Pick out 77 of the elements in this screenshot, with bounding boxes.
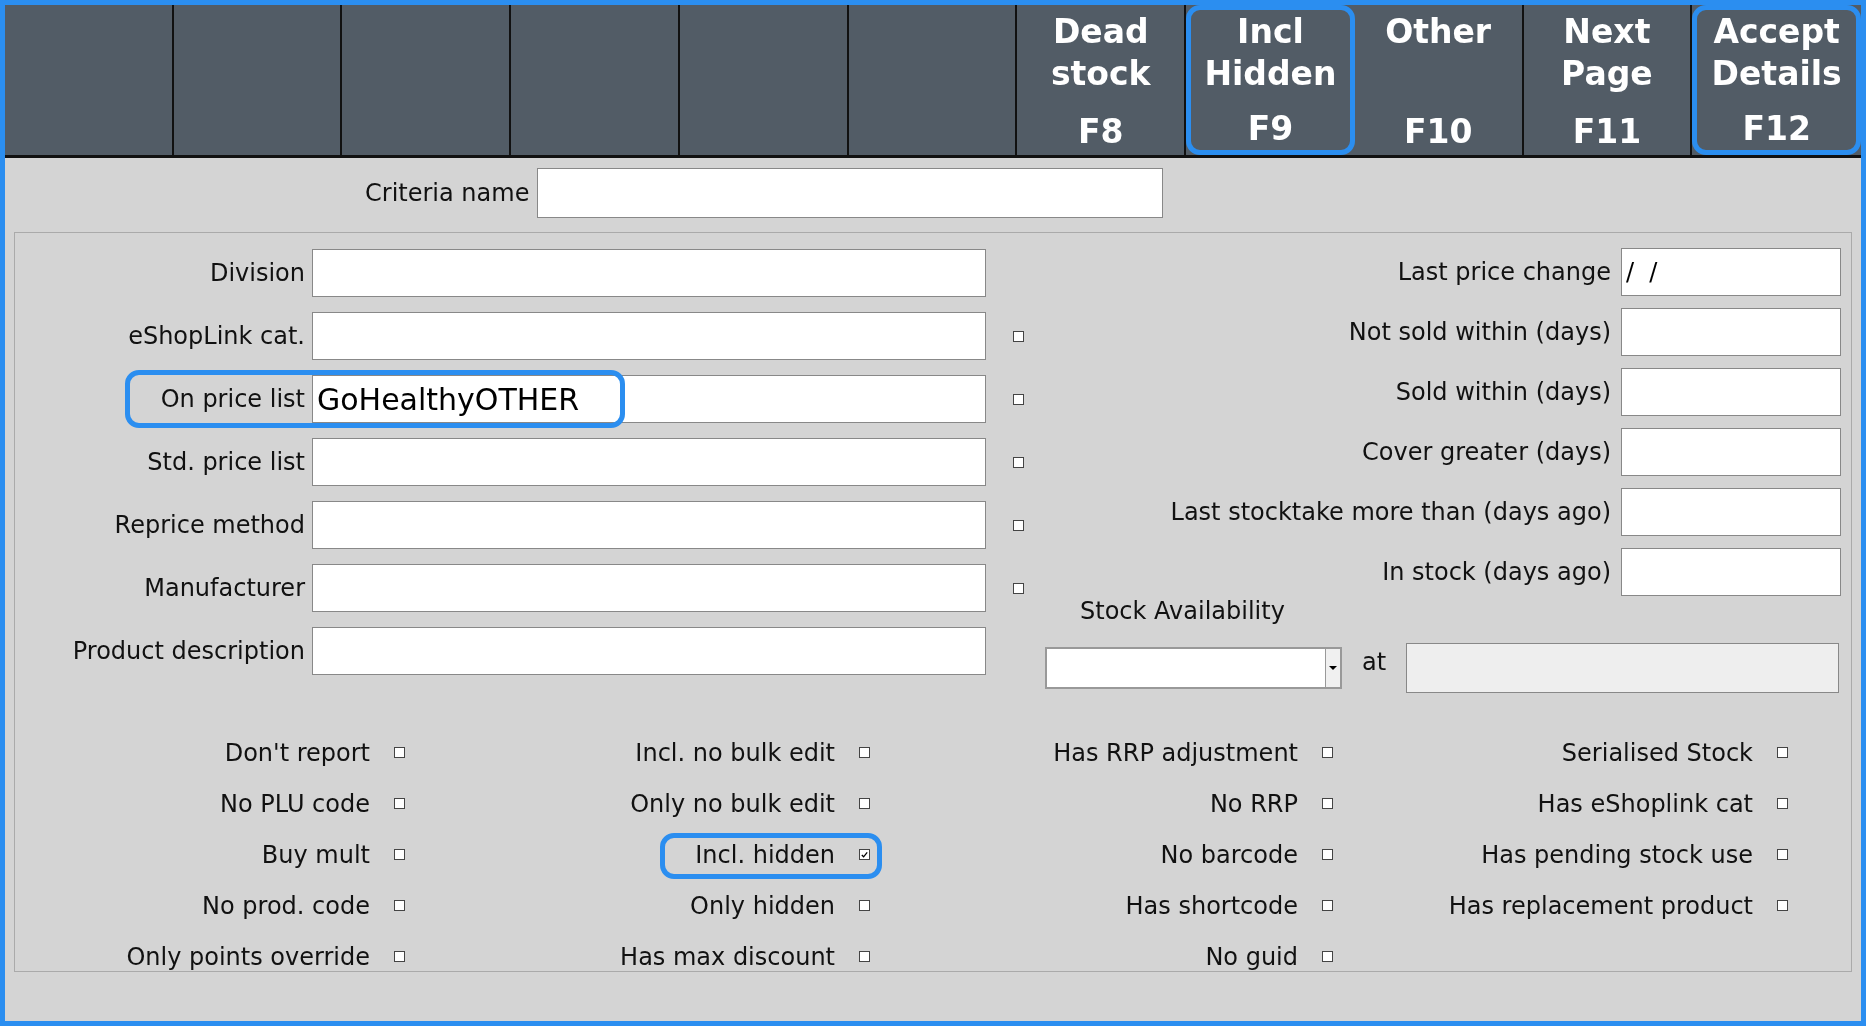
at-label: at [1362, 648, 1387, 676]
option-label: Has RRP adjustment [1053, 738, 1298, 767]
text-field[interactable] [312, 564, 986, 612]
text-field[interactable]: GoHealthyOTHER [312, 375, 986, 423]
text-field[interactable] [312, 501, 986, 549]
text-field[interactable] [1621, 488, 1841, 536]
criteria-name-field[interactable] [537, 168, 1164, 218]
field-label: In stock (days ago) [1382, 558, 1611, 586]
criteria-name-label: Criteria name [365, 179, 530, 207]
function-key-button[interactable]: Incl Hidden F9 [1186, 5, 1355, 155]
field-label: Reprice method [113, 511, 306, 539]
option-label: Has replacement product [1448, 891, 1753, 920]
checkbox[interactable] [1322, 747, 1333, 758]
checkbox[interactable] [859, 798, 870, 809]
option-label: Only hidden [690, 891, 835, 920]
checkbox[interactable] [859, 951, 870, 962]
field-label: eShopLink cat. [127, 322, 306, 350]
option-label: Only points override [126, 942, 370, 971]
option-label: No RRP [1209, 789, 1298, 818]
text-field[interactable] [312, 249, 986, 297]
option-label: No barcode [1160, 840, 1298, 869]
field-label: Last price change [1397, 258, 1611, 286]
checkbox[interactable] [394, 849, 405, 860]
checkbox[interactable] [1777, 849, 1788, 860]
checkbox[interactable] [1013, 393, 1024, 405]
field-label: Last stocktake more than (days ago) [1170, 498, 1611, 526]
text-field[interactable] [312, 627, 986, 675]
text-field[interactable] [1621, 428, 1841, 476]
field-label: Cover greater (days) [1362, 438, 1611, 466]
option-label: Has max discount [620, 942, 835, 971]
option-label: Has pending stock use [1481, 840, 1753, 869]
checkbox[interactable] [1322, 951, 1333, 962]
field-label: Division [208, 259, 306, 287]
checkbox[interactable] [1777, 747, 1788, 758]
option-label: Buy mult [261, 840, 370, 869]
text-field[interactable] [312, 312, 986, 360]
checkbox[interactable] [1777, 900, 1788, 911]
option-label: Incl. hidden [695, 840, 835, 869]
checkbox[interactable] [1013, 582, 1024, 594]
text-field[interactable] [1621, 548, 1841, 596]
text-field[interactable]: / / [1621, 248, 1841, 296]
checkbox[interactable] [1322, 849, 1333, 860]
field-label: Not sold within (days) [1348, 318, 1611, 346]
option-label: No guid [1205, 942, 1298, 971]
field-label: Product description [71, 637, 306, 665]
text-field[interactable] [1621, 308, 1841, 356]
option-label: Don't report [224, 738, 370, 767]
option-label: No PLU code [220, 789, 370, 818]
text-field[interactable] [312, 438, 986, 486]
checkbox[interactable] [394, 747, 405, 758]
checkbox[interactable] [1013, 519, 1024, 531]
stock-availability-label: Stock Availability [1080, 597, 1285, 625]
checkbox[interactable] [859, 747, 870, 758]
checkbox[interactable] [859, 849, 870, 860]
checkbox[interactable] [394, 951, 405, 962]
checkbox[interactable] [1322, 900, 1333, 911]
option-label: Incl. no bulk edit [635, 738, 835, 767]
field-label: Std. price list [146, 448, 306, 476]
field-label: On price list [159, 385, 306, 413]
checkbox[interactable] [394, 798, 405, 809]
checkbox[interactable] [1013, 456, 1024, 468]
option-label: Serialised Stock [1561, 738, 1753, 767]
checkbox[interactable] [1013, 330, 1024, 342]
text-field[interactable] [1621, 368, 1841, 416]
function-key-button[interactable]: Accept Details F12 [1692, 5, 1861, 155]
dropdown-caret-icon [1329, 666, 1337, 670]
checkbox[interactable] [1322, 798, 1333, 809]
checkbox[interactable] [394, 900, 405, 911]
option-label: No prod. code [202, 891, 370, 920]
checkbox[interactable] [1777, 798, 1788, 809]
checkbox[interactable] [859, 900, 870, 911]
field-label: Sold within (days) [1395, 378, 1611, 406]
stock-availability-dropdown[interactable] [1045, 647, 1342, 689]
option-label: Has eShoplink cat [1537, 789, 1753, 818]
field-label: Manufacturer [143, 574, 306, 602]
option-label: Has shortcode [1125, 891, 1298, 920]
option-label: Only no bulk edit [630, 789, 835, 818]
